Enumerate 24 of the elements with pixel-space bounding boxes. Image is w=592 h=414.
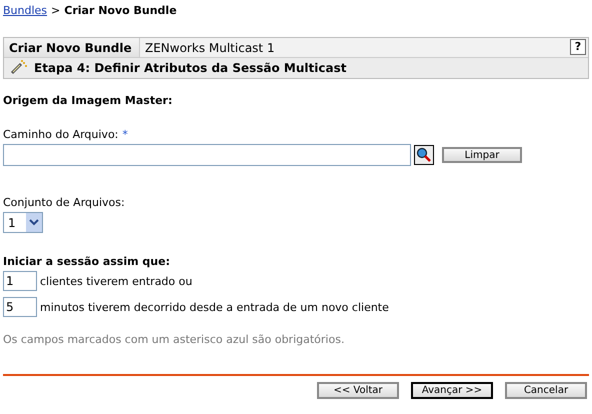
number-field[interactable]: 5 [3,297,37,317]
condition-text: minutos tiverem decorrido desde a entrada de um novo cliente [40,300,389,314]
field-label: Caminho do Arquivo: [3,128,118,141]
nav-button[interactable]: << Voltar [317,382,399,399]
breadcrumb-link[interactable]: Bundles [3,4,48,16]
field-label: Conjunto de Arquivos: [3,196,126,209]
section-title: Iniciar a sessão assim que: [3,255,171,268]
search-icon[interactable] [414,145,434,165]
breadcrumb-current: Criar Novo Bundle [64,4,177,16]
chevron-down-icon [26,213,42,232]
file-path-field[interactable] [3,144,411,166]
required-mark: * [122,128,128,141]
wand-icon [10,60,28,76]
required-note: Os campos marcados com um asterisco azul são obrigatórios. [3,333,346,346]
help-button[interactable]: ? [570,39,586,55]
nav-button[interactable]: Avançar >> [411,382,493,399]
number-field[interactable]: 1 [3,271,37,291]
step-title: Etapa 4: Definir Atributos da Sessão Multicast [34,61,346,75]
nav-button[interactable]: Cancelar [505,382,587,399]
clear-button[interactable]: Limpar [442,147,522,163]
section-title: Origem da Imagem Master: [3,94,174,107]
condition-text: clientes tiverem entrado ou [40,274,192,288]
breadcrumb-separator: > [51,4,60,16]
file-set-dropdown[interactable]: 1 [3,212,43,233]
